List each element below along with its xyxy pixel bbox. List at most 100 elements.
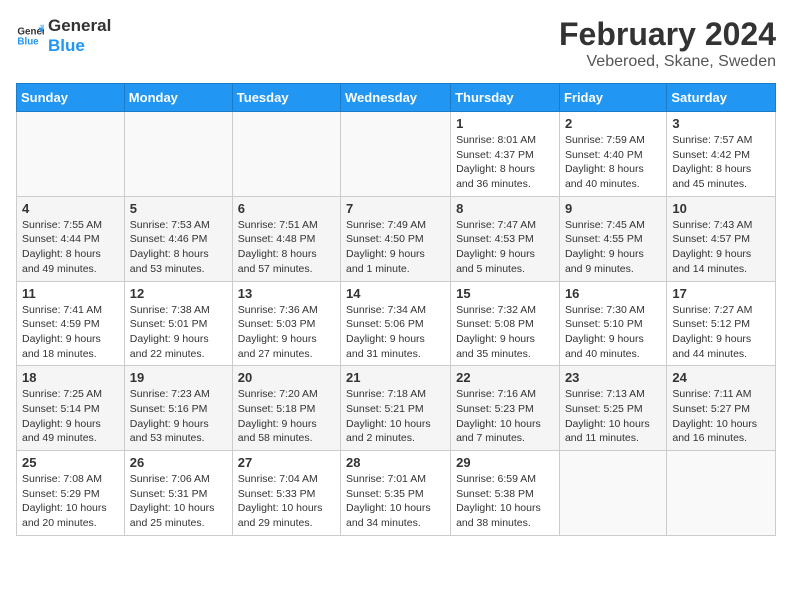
- calendar-cell: 4 Sunrise: 7:55 AM Sunset: 4:44 PM Daylig…: [17, 196, 125, 281]
- day-info: Sunrise: 7:06 AM Sunset: 5:31 PM Dayligh…: [130, 472, 227, 531]
- day-info: Sunrise: 6:59 AM Sunset: 5:38 PM Dayligh…: [456, 472, 554, 531]
- calendar-week-row: 25 Sunrise: 7:08 AM Sunset: 5:29 PM Dayli…: [17, 451, 776, 536]
- day-info: Sunrise: 7:25 AM Sunset: 5:14 PM Dayligh…: [22, 387, 119, 446]
- day-info: Sunrise: 7:32 AM Sunset: 5:08 PM Dayligh…: [456, 303, 554, 362]
- calendar-cell: 23 Sunrise: 7:13 AM Sunset: 5:25 PM Dayli…: [559, 366, 666, 451]
- calendar-cell: 27 Sunrise: 7:04 AM Sunset: 5:33 PM Dayli…: [232, 451, 340, 536]
- page-subtitle: Veberoed, Skane, Sweden: [559, 53, 776, 71]
- calendar-cell: 8 Sunrise: 7:47 AM Sunset: 4:53 PM Daylig…: [451, 196, 560, 281]
- day-number: 15: [456, 286, 554, 301]
- weekday-header: Friday: [559, 84, 666, 112]
- calendar-cell: 18Sunrise: 7:25 AM Sunset: 5:14 PM Dayli…: [17, 366, 125, 451]
- calendar-cell: [341, 112, 451, 197]
- weekday-header: Tuesday: [232, 84, 340, 112]
- calendar-cell: 13Sunrise: 7:36 AM Sunset: 5:03 PM Dayli…: [232, 281, 340, 366]
- day-info: Sunrise: 7:47 AM Sunset: 4:53 PM Dayligh…: [456, 218, 554, 277]
- weekday-header: Sunday: [17, 84, 125, 112]
- calendar-cell: 22 Sunrise: 7:16 AM Sunset: 5:23 PM Dayli…: [451, 366, 560, 451]
- weekday-header: Thursday: [451, 84, 560, 112]
- day-info: Sunrise: 7:08 AM Sunset: 5:29 PM Dayligh…: [22, 472, 119, 531]
- day-number: 17: [672, 286, 770, 301]
- header-row: SundayMondayTuesdayWednesdayThursdayFrid…: [17, 84, 776, 112]
- calendar-cell: 20 Sunrise: 7:20 AM Sunset: 5:18 PM Dayli…: [232, 366, 340, 451]
- calendar-cell: [559, 451, 666, 536]
- calendar-cell: 2Sunrise: 7:59 AM Sunset: 4:40 PM Daylig…: [559, 112, 666, 197]
- calendar-cell: 6Sunrise: 7:51 AM Sunset: 4:48 PM Daylig…: [232, 196, 340, 281]
- day-number: 23: [565, 370, 661, 385]
- calendar-cell: 24 Sunrise: 7:11 AM Sunset: 5:27 PM Dayli…: [667, 366, 776, 451]
- day-info: Sunrise: 7:45 AM Sunset: 4:55 PM Dayligh…: [565, 218, 661, 277]
- day-number: 2: [565, 116, 661, 131]
- calendar-header: SundayMondayTuesdayWednesdayThursdayFrid…: [17, 84, 776, 112]
- day-info: Sunrise: 7:18 AM Sunset: 5:21 PM Dayligh…: [346, 387, 445, 446]
- calendar-cell: 5 Sunrise: 7:53 AM Sunset: 4:46 PM Daylig…: [124, 196, 232, 281]
- day-number: 10: [672, 201, 770, 216]
- calendar-cell: 10 Sunrise: 7:43 AM Sunset: 4:57 PM Dayli…: [667, 196, 776, 281]
- logo: General Blue General Blue: [16, 16, 111, 55]
- weekday-header: Wednesday: [341, 84, 451, 112]
- calendar-cell: 28 Sunrise: 7:01 AM Sunset: 5:35 PM Dayli…: [341, 451, 451, 536]
- calendar-cell: 19 Sunrise: 7:23 AM Sunset: 5:16 PM Dayli…: [124, 366, 232, 451]
- logo-icon: General Blue: [16, 22, 44, 50]
- day-info: Sunrise: 7:38 AM Sunset: 5:01 PM Dayligh…: [130, 303, 227, 362]
- day-number: 4: [22, 201, 119, 216]
- logo-general: General: [48, 16, 111, 36]
- calendar-cell: 15 Sunrise: 7:32 AM Sunset: 5:08 PM Dayli…: [451, 281, 560, 366]
- calendar-cell: 29 Sunrise: 6:59 AM Sunset: 5:38 PM Dayli…: [451, 451, 560, 536]
- day-number: 21: [346, 370, 445, 385]
- day-number: 13: [238, 286, 335, 301]
- day-number: 5: [130, 201, 227, 216]
- header: General Blue General Blue February 2024 …: [16, 16, 776, 71]
- day-number: 20: [238, 370, 335, 385]
- day-info: Sunrise: 7:13 AM Sunset: 5:25 PM Dayligh…: [565, 387, 661, 446]
- day-info: Sunrise: 7:30 AM Sunset: 5:10 PM Dayligh…: [565, 303, 661, 362]
- weekday-header: Saturday: [667, 84, 776, 112]
- calendar-cell: [232, 112, 340, 197]
- day-number: 3: [672, 116, 770, 131]
- calendar-cell: [667, 451, 776, 536]
- day-number: 1: [456, 116, 554, 131]
- day-info: Sunrise: 7:49 AM Sunset: 4:50 PM Dayligh…: [346, 218, 445, 277]
- calendar-cell: 25 Sunrise: 7:08 AM Sunset: 5:29 PM Dayli…: [17, 451, 125, 536]
- calendar-cell: [17, 112, 125, 197]
- day-number: 24: [672, 370, 770, 385]
- day-info: Sunrise: 7:01 AM Sunset: 5:35 PM Dayligh…: [346, 472, 445, 531]
- calendar-body: 1 Sunrise: 8:01 AM Sunset: 4:37 PM Daylig…: [17, 112, 776, 536]
- calendar-cell: 12 Sunrise: 7:38 AM Sunset: 5:01 PM Dayli…: [124, 281, 232, 366]
- day-info: Sunrise: 7:11 AM Sunset: 5:27 PM Dayligh…: [672, 387, 770, 446]
- calendar-cell: 9Sunrise: 7:45 AM Sunset: 4:55 PM Daylig…: [559, 196, 666, 281]
- day-number: 27: [238, 455, 335, 470]
- day-info: Sunrise: 7:16 AM Sunset: 5:23 PM Dayligh…: [456, 387, 554, 446]
- page-title: February 2024: [559, 16, 776, 53]
- day-number: 25: [22, 455, 119, 470]
- calendar-cell: 7Sunrise: 7:49 AM Sunset: 4:50 PM Daylig…: [341, 196, 451, 281]
- day-number: 29: [456, 455, 554, 470]
- day-info: Sunrise: 7:04 AM Sunset: 5:33 PM Dayligh…: [238, 472, 335, 531]
- day-number: 16: [565, 286, 661, 301]
- calendar-week-row: 4 Sunrise: 7:55 AM Sunset: 4:44 PM Daylig…: [17, 196, 776, 281]
- day-number: 11: [22, 286, 119, 301]
- day-info: Sunrise: 7:55 AM Sunset: 4:44 PM Dayligh…: [22, 218, 119, 277]
- calendar-week-row: 1 Sunrise: 8:01 AM Sunset: 4:37 PM Daylig…: [17, 112, 776, 197]
- calendar-cell: 3Sunrise: 7:57 AM Sunset: 4:42 PM Daylig…: [667, 112, 776, 197]
- day-info: Sunrise: 8:01 AM Sunset: 4:37 PM Dayligh…: [456, 133, 554, 192]
- day-number: 22: [456, 370, 554, 385]
- day-number: 6: [238, 201, 335, 216]
- calendar-week-row: 18Sunrise: 7:25 AM Sunset: 5:14 PM Dayli…: [17, 366, 776, 451]
- day-info: Sunrise: 7:43 AM Sunset: 4:57 PM Dayligh…: [672, 218, 770, 277]
- day-info: Sunrise: 7:34 AM Sunset: 5:06 PM Dayligh…: [346, 303, 445, 362]
- title-area: February 2024 Veberoed, Skane, Sweden: [559, 16, 776, 71]
- day-number: 8: [456, 201, 554, 216]
- day-number: 12: [130, 286, 227, 301]
- day-info: Sunrise: 7:23 AM Sunset: 5:16 PM Dayligh…: [130, 387, 227, 446]
- day-number: 19: [130, 370, 227, 385]
- calendar-cell: 26 Sunrise: 7:06 AM Sunset: 5:31 PM Dayli…: [124, 451, 232, 536]
- day-info: Sunrise: 7:20 AM Sunset: 5:18 PM Dayligh…: [238, 387, 335, 446]
- day-info: Sunrise: 7:27 AM Sunset: 5:12 PM Dayligh…: [672, 303, 770, 362]
- day-number: 26: [130, 455, 227, 470]
- day-number: 28: [346, 455, 445, 470]
- calendar-cell: 11 Sunrise: 7:41 AM Sunset: 4:59 PM Dayli…: [17, 281, 125, 366]
- day-info: Sunrise: 7:41 AM Sunset: 4:59 PM Dayligh…: [22, 303, 119, 362]
- day-info: Sunrise: 7:53 AM Sunset: 4:46 PM Dayligh…: [130, 218, 227, 277]
- weekday-header: Monday: [124, 84, 232, 112]
